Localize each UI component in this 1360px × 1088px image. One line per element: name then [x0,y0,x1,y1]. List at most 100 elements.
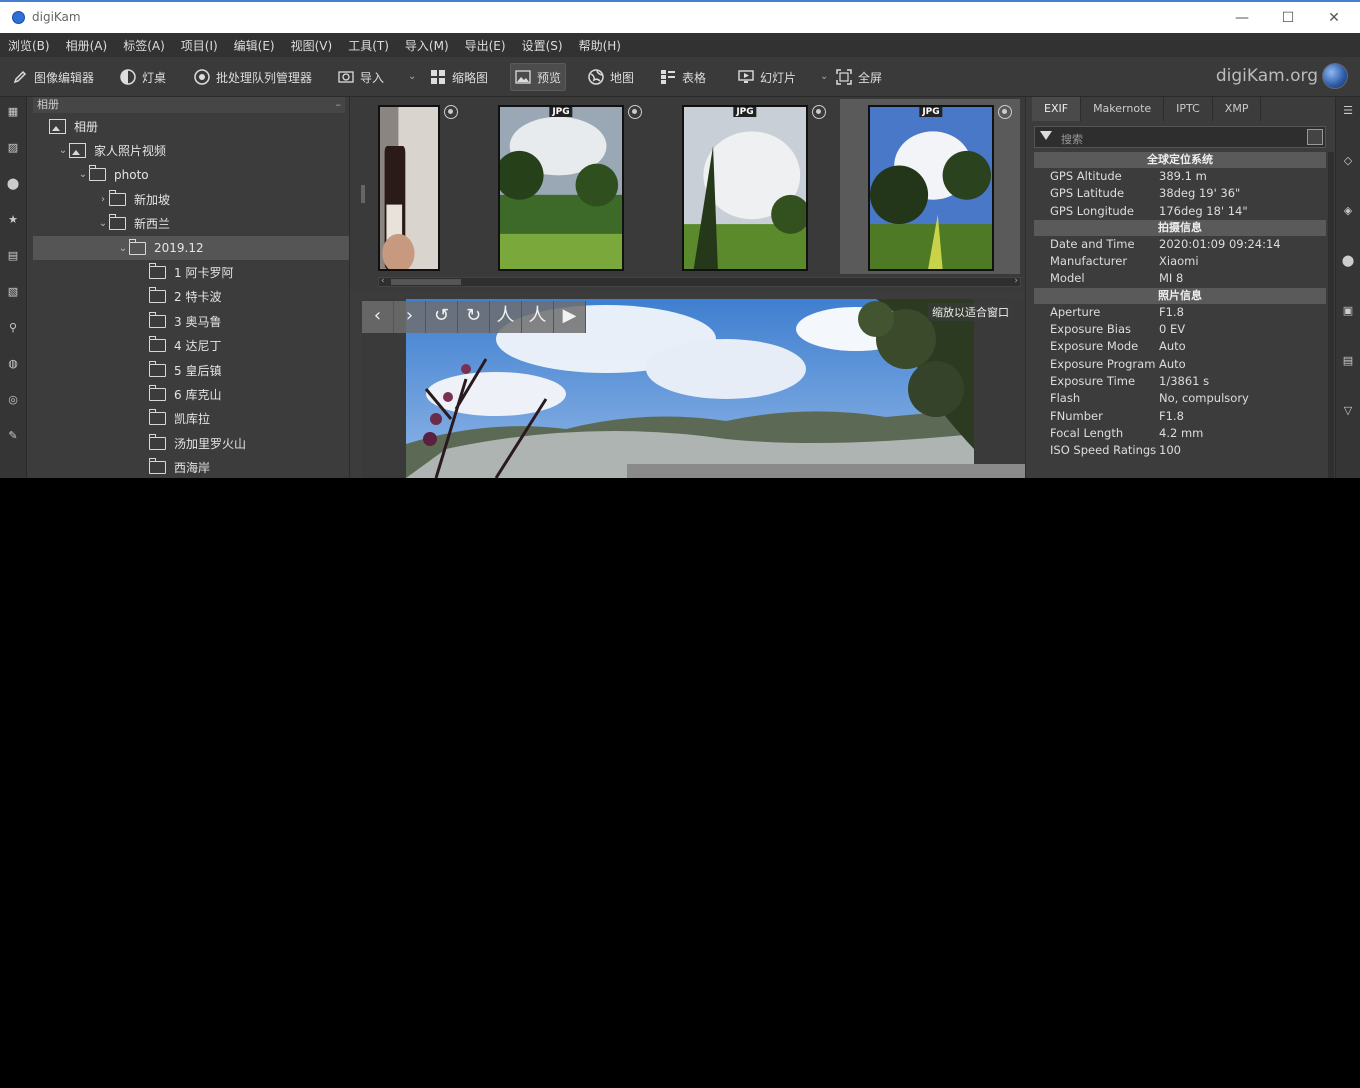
left-tab-7-icon[interactable]: ◍ [6,357,20,371]
scroll-left-icon[interactable]: ‹ [381,276,385,286]
metadata-row[interactable]: Aperture F1.8 [1034,304,1326,321]
expand-arrow-icon[interactable]: ⌄ [117,243,129,254]
table-view-button[interactable]: 表格 [656,63,710,91]
thumbnail-scrollbar[interactable]: ‹ › [378,276,1021,287]
right-tab-0-icon[interactable]: ☰ [1340,103,1356,119]
menu-item-9[interactable]: 设置(S) [522,37,563,54]
metadata-tab-exif[interactable]: EXIF [1032,97,1082,121]
thumbnail-image[interactable]: JPG [498,105,624,271]
left-tab-2-icon[interactable]: ⬤ [6,177,20,191]
import-dropdown-icon[interactable]: ⌄ [408,71,416,82]
menu-item-10[interactable]: 帮助(H) [579,37,621,54]
left-tab-1-icon[interactable]: ▨ [6,141,20,155]
collapse-icon[interactable]: – [336,97,342,113]
fit-to-window-label[interactable]: 缩放以适合窗口 [928,303,1013,321]
left-tab-3-icon[interactable]: ★ [6,213,20,227]
menu-item-5[interactable]: 视图(V) [291,37,333,54]
metadata-row[interactable]: Model MI 8 [1034,270,1326,287]
menu-item-7[interactable]: 导入(M) [405,37,449,54]
right-tab-2-icon[interactable]: ◈ [1340,203,1356,219]
metadata-scrollbar[interactable] [1328,152,1334,478]
album-tree-item[interactable]: 西海岸 [33,456,349,478]
metadata-search-input[interactable]: 搜索 [1034,126,1326,148]
menu-item-4[interactable]: 编辑(E) [234,37,275,54]
slideshow-play-button[interactable]: ▶ [554,301,586,333]
album-tree-item[interactable]: 汤加里罗火山 [33,431,349,455]
album-tree-item[interactable]: 5 皇后镇 [33,358,349,382]
right-tab-3-icon[interactable]: ⬤ [1340,253,1356,269]
panel-splitter-handle[interactable] [361,185,365,203]
menu-item-2[interactable]: 标签(A) [123,37,165,54]
right-tab-6-icon[interactable]: ▽ [1340,403,1356,419]
menu-item-8[interactable]: 导出(E) [465,37,506,54]
menu-item-3[interactable]: 项目(I) [181,37,218,54]
previous-image-button[interactable]: ‹ [362,301,394,333]
slideshow-button[interactable]: 幻灯片 [734,63,800,91]
album-tree-item[interactable]: 3 奥马鲁 [33,309,349,333]
minimize-button[interactable]: — [1222,5,1262,31]
metadata-row[interactable]: GPS Longitude 176deg 18' 14" [1034,203,1326,220]
album-tree-item[interactable]: 凯库拉 [33,407,349,431]
metadata-row[interactable]: Exposure Mode Auto [1034,338,1326,355]
left-tab-5-icon[interactable]: ▧ [6,285,20,299]
thumbnails-view-button[interactable]: 缩略图 [426,63,492,91]
album-tree-item[interactable]: 2 特卡波 [33,285,349,309]
batch-queue-button[interactable]: 批处理队列管理器 [190,63,316,91]
metadata-row[interactable]: Date and Time 2020:01:09 09:24:14 [1034,236,1326,253]
expand-arrow-icon[interactable]: › [97,194,109,205]
thumbnail-image[interactable]: JPG [868,105,994,271]
right-tab-1-icon[interactable]: ◇ [1340,153,1356,169]
album-tree-item[interactable]: ⌄ 新西兰 [33,212,349,236]
album-tree-item[interactable]: ⌄ 2019.12 [33,236,349,260]
preview-view-button[interactable]: 预览 [510,63,567,91]
thumbnail-image[interactable] [378,105,440,271]
album-tree-item[interactable]: ⌄ photo [33,163,349,187]
metadata-row[interactable]: GPS Altitude 389.1 m [1034,168,1326,185]
left-tab-9-icon[interactable]: ✎ [6,429,20,443]
image-editor-button[interactable]: 图像编辑器 [8,63,98,91]
expand-arrow-icon[interactable]: ⌄ [57,145,69,156]
right-tab-4-icon[interactable]: ▣ [1340,303,1356,319]
metadata-options-icon[interactable] [1307,129,1323,145]
thumbnail-item[interactable] [350,99,460,274]
slideshow-dropdown-icon[interactable]: ⌄ [820,71,828,82]
expand-arrow-icon[interactable]: ⌄ [77,169,89,180]
menu-item-0[interactable]: 浏览(B) [8,37,50,54]
thumbnail-item[interactable]: JPG [840,99,1020,274]
metadata-row[interactable]: GPS Latitude 38deg 19' 36" [1034,185,1326,202]
filter-icon[interactable] [1040,131,1052,140]
album-tree-item[interactable]: ⌄ 家人照片视频 [33,138,349,162]
digikam-brand-text[interactable]: digiKam.org [1216,66,1318,86]
digikam-logo-icon[interactable] [1322,63,1348,89]
map-view-button[interactable]: 地图 [584,63,638,91]
rotate-right-button[interactable]: ↻ [458,301,490,333]
metadata-row[interactable]: Exposure Program Auto [1034,356,1326,373]
light-table-button[interactable]: 灯桌 [116,63,170,91]
left-tab-0-icon[interactable]: ▦ [6,105,20,119]
album-tree-item[interactable]: 1 阿卡罗阿 [33,260,349,284]
close-button[interactable]: ✕ [1314,5,1354,31]
add-face-button[interactable]: 人 [490,301,522,333]
left-tab-8-icon[interactable]: ◎ [6,393,20,407]
album-tree-item[interactable]: › 新加坡 [33,187,349,211]
rotate-left-button[interactable]: ↺ [426,301,458,333]
left-tab-4-icon[interactable]: ▤ [6,249,20,263]
left-tab-6-icon[interactable]: ⚲ [6,321,20,335]
thumbnail-item[interactable]: JPG [655,99,835,274]
scrollbar-handle[interactable] [391,279,461,285]
menu-item-1[interactable]: 相册(A) [66,37,108,54]
expand-arrow-icon[interactable]: ⌄ [97,218,109,229]
metadata-row[interactable]: Exposure Time 1/3861 s [1034,373,1326,390]
metadata-tab-makernote[interactable]: Makernote [1081,97,1165,121]
fullscreen-button[interactable]: 全屏 [832,63,886,91]
metadata-row[interactable]: Manufacturer Xiaomi [1034,253,1326,270]
import-button[interactable]: 导入 [334,63,388,91]
metadata-row[interactable]: Flash No, compulsory [1034,390,1326,407]
right-tab-5-icon[interactable]: ▤ [1340,353,1356,369]
thumbnail-item[interactable]: JPG [470,99,650,274]
metadata-row[interactable]: FNumber F1.8 [1034,408,1326,425]
next-image-button[interactable]: › [394,301,426,333]
metadata-tab-xmp[interactable]: XMP [1213,97,1262,121]
metadata-tab-iptc[interactable]: IPTC [1164,97,1213,121]
menu-item-6[interactable]: 工具(T) [348,37,389,54]
